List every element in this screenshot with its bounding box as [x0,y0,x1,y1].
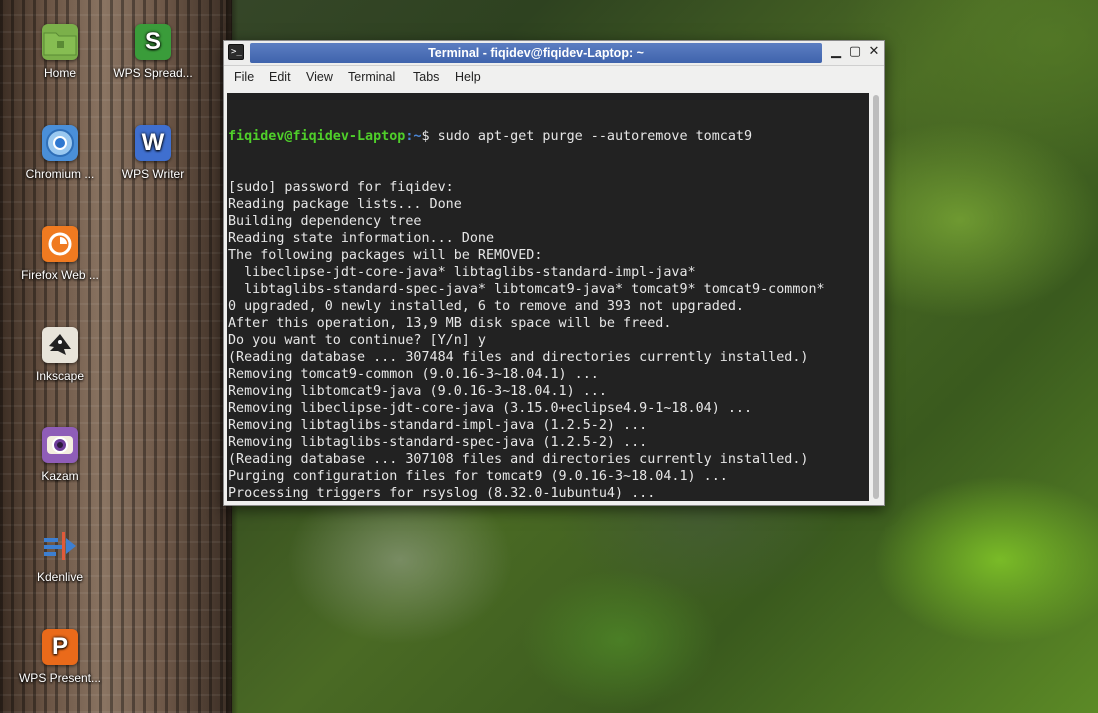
output-line: Purging configuration files for tomcat9 … [228,469,728,484]
desktop-icon-wps-spreadsheets[interactable]: S WPS Spread... [108,24,198,80]
desktop-icon-label: Kazam [41,469,79,483]
kdenlive-icon [42,528,78,564]
wps-spreadsheets-icon: S [135,24,171,60]
wps-presentation-icon: P [42,629,78,665]
output-line: Reading package lists... Done [228,197,462,212]
desktop-icon-kdenlive[interactable]: Kdenlive [15,528,105,584]
minimize-button[interactable]: ▁ [828,44,844,60]
menu-help[interactable]: Help [455,70,481,84]
desktop-icon-firefox[interactable]: Firefox Web ... [15,226,105,282]
desktop-icon-label: Inkscape [35,369,85,383]
output-line: After this operation, 13,9 MB disk space… [228,316,672,331]
firefox-icon [42,226,78,262]
output-block: [sudo] password for fiqidev: Reading pack… [228,179,869,501]
output-line: 0 upgraded, 0 newly installed, 6 to remo… [228,299,744,314]
desktop-icon-label: WPS Spread... [113,66,193,80]
desktop-icon-wps-writer[interactable]: W WPS Writer [108,125,198,181]
output-line: libeclipse-jdt-core-java* libtaglibs-sta… [228,265,696,280]
desktop-icon-kazam[interactable]: Kazam [15,427,105,483]
output-line: Building dependency tree [228,214,422,229]
window-title[interactable]: Terminal - fiqidev@fiqidev-Laptop: ~ [250,43,822,63]
desktop-icon-chromium[interactable]: Chromium ... [15,125,105,181]
menu-terminal[interactable]: Terminal [348,70,395,84]
desktop-icon-label: Chromium ... [25,167,95,181]
output-line: The following packages will be REMOVED: [228,248,543,263]
terminal-output[interactable]: fiqidev@fiqidev-Laptop:~$ sudo apt-get p… [227,93,869,501]
menu-tabs[interactable]: Tabs [413,70,439,84]
desktop-icon-label: Home [43,66,76,80]
output-line: Removing libtaglibs-standard-spec-java (… [228,435,648,450]
output-line: Processing triggers for rsyslog (8.32.0-… [228,486,656,501]
maximize-button[interactable]: ▢ [847,44,863,60]
output-line: Do you want to continue? [Y/n] y [228,333,486,348]
menu-file[interactable]: File [234,70,254,84]
command-text: sudo apt-get purge --autoremove tomcat9 [437,129,753,144]
desktop-icon-label: Kdenlive [36,570,84,584]
window-titlebar[interactable]: >_ Terminal - fiqidev@fiqidev-Laptop: ~ … [224,41,884,66]
close-button[interactable]: ✕ [866,44,882,60]
output-line: Removing libtomcat9-java (9.0.16-3~18.04… [228,384,607,399]
output-line: libtaglibs-standard-spec-java* libtomcat… [228,282,825,297]
output-line: Reading state information... Done [228,231,495,246]
desktop-icon-home[interactable]: Home [15,24,105,80]
command-line: fiqidev@fiqidev-Laptop:~$ sudo apt-get p… [228,128,869,145]
output-line: Removing libeclipse-jdt-core-java (3.15.… [228,401,753,416]
folder-icon [42,24,78,60]
output-line: (Reading database ... 307108 files and d… [228,452,809,467]
prompt-path: :~ [405,129,422,144]
desktop-icon-label: Firefox Web ... [21,268,99,282]
terminal-window[interactable]: >_ Terminal - fiqidev@fiqidev-Laptop: ~ … [223,40,885,506]
prompt-symbol: $ [421,129,438,144]
output-line: Removing tomcat9-common (9.0.16-3~18.04.… [228,367,599,382]
menu-bar: File Edit View Terminal Tabs Help [224,66,884,90]
scrollbar-thumb[interactable] [873,95,879,499]
desktop-icon-inkscape[interactable]: Inkscape [15,327,105,383]
chromium-icon [42,125,78,161]
kazam-icon [42,427,78,463]
terminal-app-icon[interactable]: >_ [228,44,244,60]
output-line: (Reading database ... 307484 files and d… [228,350,809,365]
output-line: [sudo] password for fiqidev: [228,180,454,195]
menu-edit[interactable]: Edit [269,70,291,84]
prompt-user: fiqidev@fiqidev-Laptop [228,129,406,144]
wps-writer-icon: W [135,125,171,161]
output-line: Removing libtaglibs-standard-impl-java (… [228,418,648,433]
inkscape-icon [42,327,78,363]
menu-view[interactable]: View [306,70,333,84]
desktop-icon-label: WPS Writer [121,167,185,181]
desktop-icon-label: WPS Present... [18,671,102,685]
terminal-scrollbar[interactable] [871,93,881,501]
desktop-icon-wps-presentation[interactable]: P WPS Present... [15,629,105,685]
